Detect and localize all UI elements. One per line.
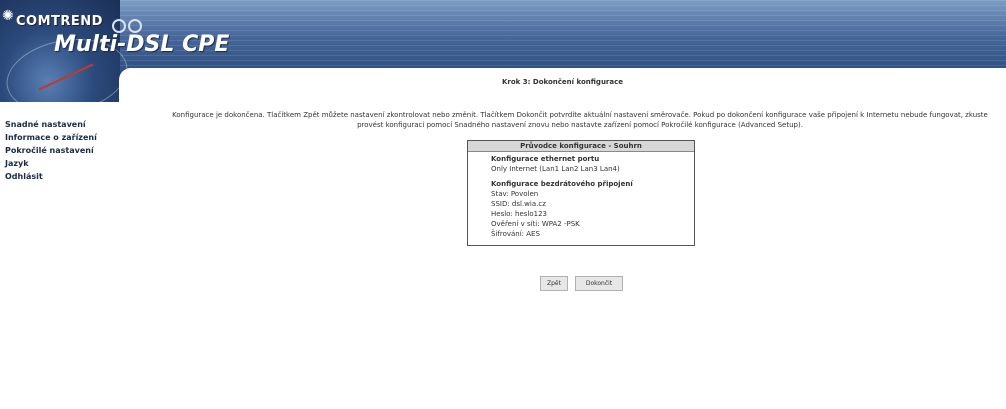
wireless-password: Heslo: heslo123 [491,210,548,218]
wireless-section-title: Konfigurace bezdrátového připojení [491,180,633,188]
sidebar-menu: Snadné nastavení Informace o zařízení Po… [5,118,97,183]
finish-button[interactable]: Dokončit [575,276,623,291]
product-name: Multi-DSL CPE [54,32,230,57]
page-title: Krok 3: Dokončení konfigurace [502,78,623,86]
sidebar-item-device-info[interactable]: Informace o zařízení [5,131,97,144]
ethernet-value: Only Internet (Lan1 Lan2 Lan3 Lan4) [491,165,620,173]
banner-streaks [110,0,1006,70]
summary-header: Průvodce konfigurace - Souhrn [468,141,694,152]
sidebar-item-advanced-setup[interactable]: Pokročilé nastavení [5,144,97,157]
summary-box: Průvodce konfigurace - Souhrn Konfigurac… [467,140,695,246]
ethernet-section-title: Konfigurace ethernet portu [491,155,600,163]
sidebar-item-logout[interactable]: Odhlásit [5,170,97,183]
wireless-encryption: Šifrování: AES [491,230,540,238]
page-description: Konfigurace je dokončena. Tlačítkem Zpět… [172,111,988,129]
sidebar-item-easy-setup[interactable]: Snadné nastavení [5,118,97,131]
wireless-status: Stav: Povolen [491,190,539,198]
brand-name: COMTREND [16,14,103,29]
summary-body: Konfigurace ethernet portu Only Internet… [468,152,694,239]
wireless-auth: Ověření v síti: WPA2 -PSK [491,220,580,228]
sidebar-item-language[interactable]: Jazyk [5,157,97,170]
back-button[interactable]: Zpět [540,276,568,291]
wireless-ssid: SSID: dsl.wia.cz [491,200,546,208]
